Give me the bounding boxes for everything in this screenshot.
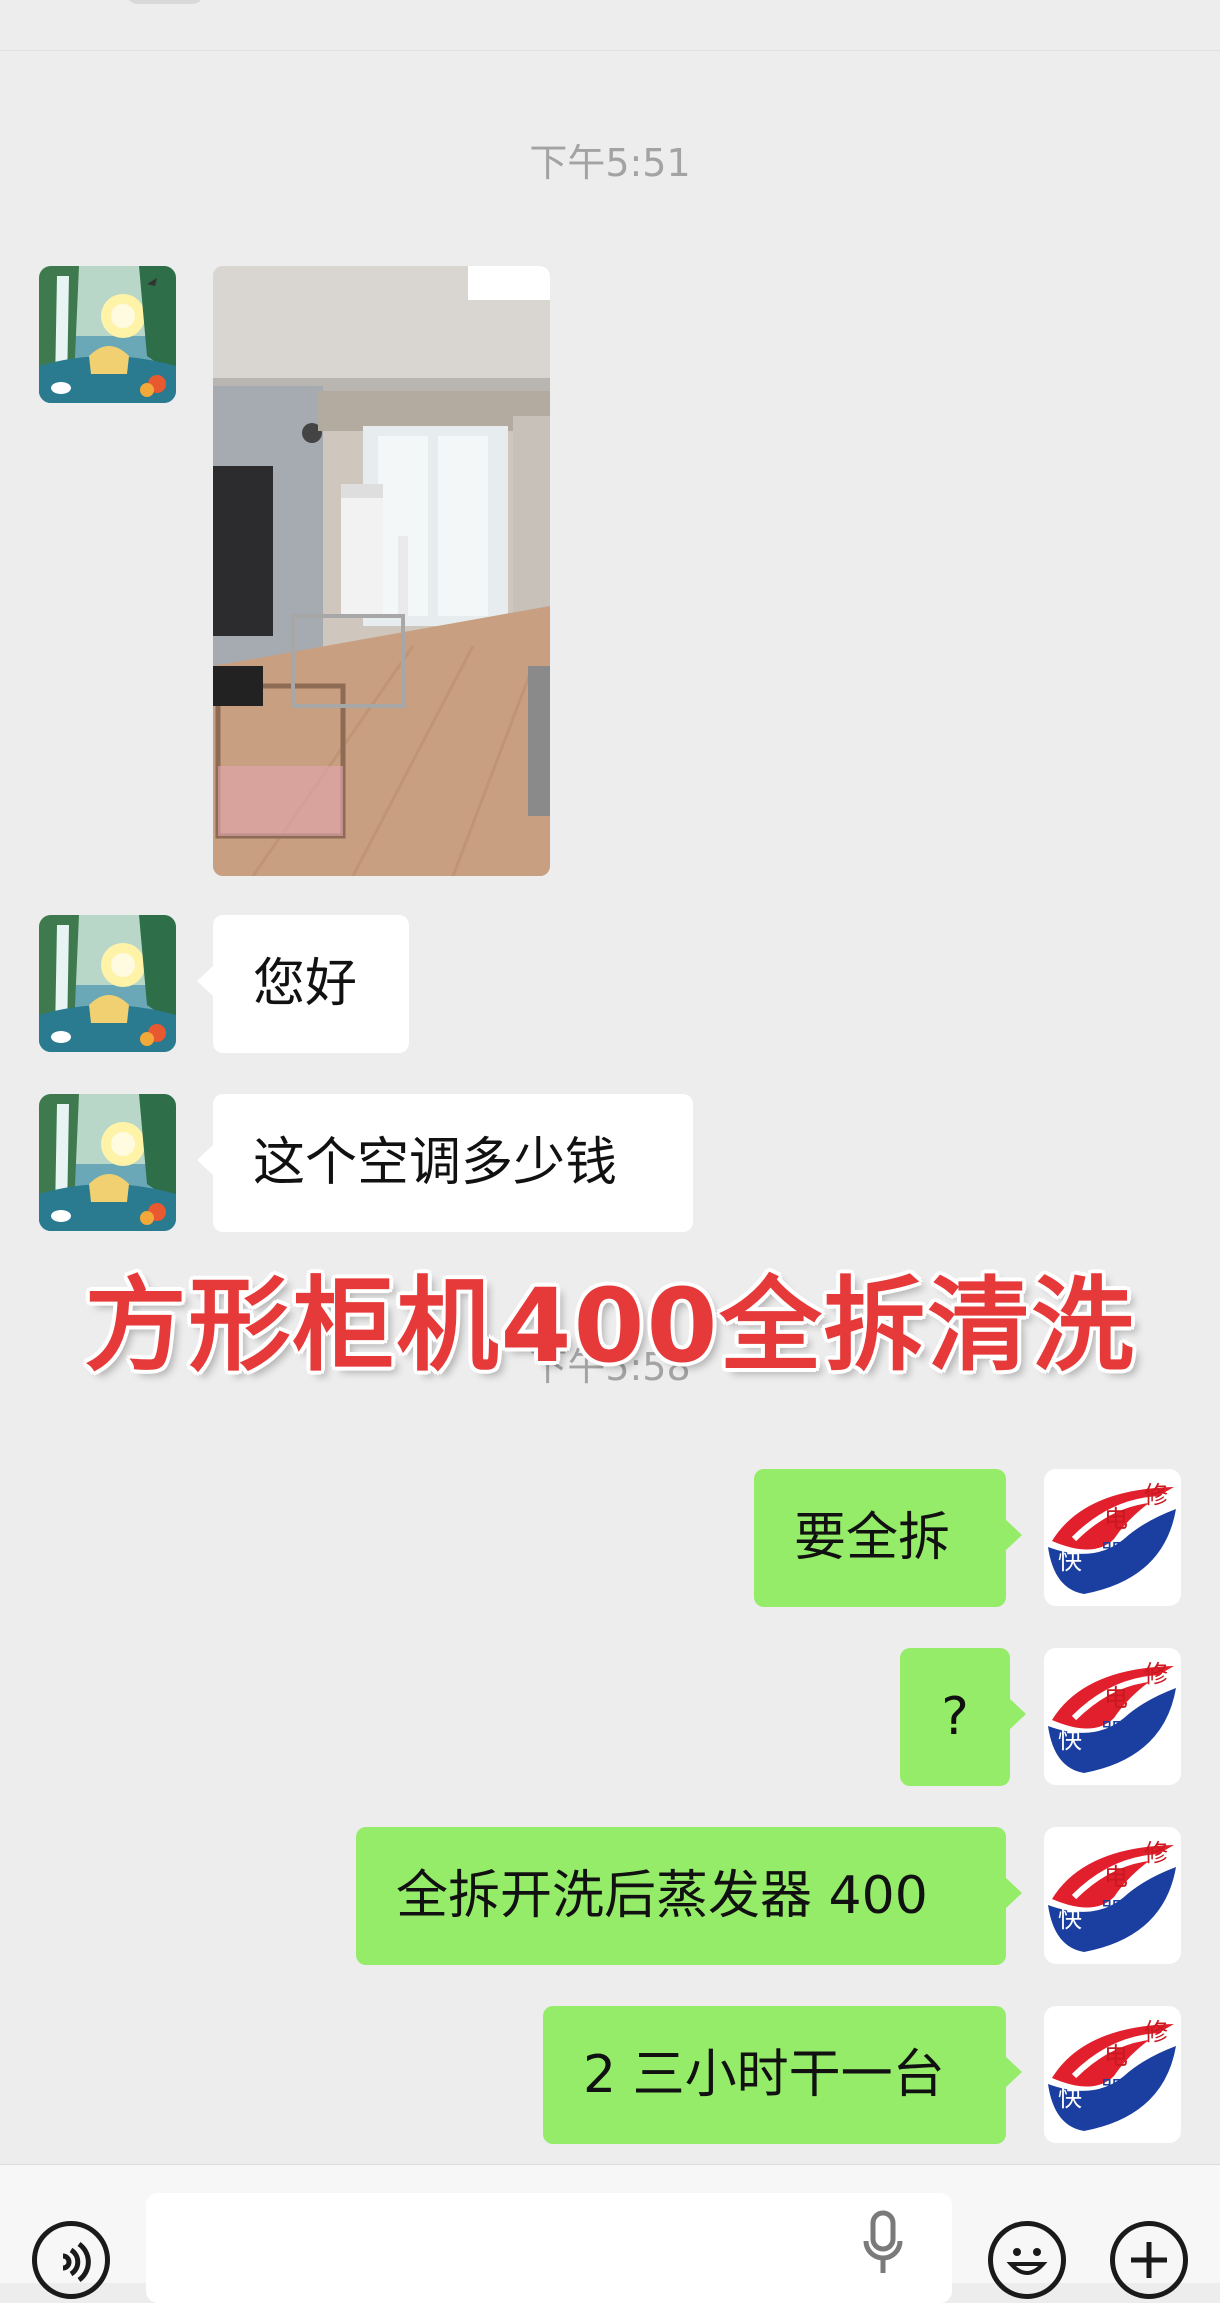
logo-char-2: 修: [1144, 1839, 1168, 1867]
logo-char-3: 快: [1058, 1905, 1082, 1933]
repair-logo-image: 电 修 快 器: [1048, 2018, 1176, 2131]
input-bar: [0, 2164, 1220, 2303]
incoming-message-bubble[interactable]: 这个空调多少钱: [197, 1094, 693, 1232]
contact-avatar[interactable]: [39, 1094, 176, 1231]
outgoing-message-bubble[interactable]: 2 三小时干一台: [543, 2006, 1022, 2144]
self-avatar-logo[interactable]: 电 修 快 器: [1044, 1648, 1181, 1785]
repair-logo-image: 电 修 快 器: [1048, 1481, 1176, 1594]
outgoing-message-bubble[interactable]: ?: [900, 1648, 1026, 1786]
logo-char-3: 快: [1058, 1547, 1082, 1575]
emoji-icon[interactable]: [988, 2221, 1066, 2299]
self-avatar-logo[interactable]: 电 修 快 器: [1044, 1827, 1181, 1964]
contact-avatar[interactable]: [39, 266, 176, 403]
plus-icon[interactable]: [1110, 2221, 1188, 2299]
message-input[interactable]: [146, 2193, 952, 2303]
logo-char-4: 器: [1100, 1539, 1124, 1567]
chat-header: [0, 0, 1220, 51]
repair-logo-image: 电 修 快 器: [1048, 1839, 1176, 1952]
logo-char-1: 电: [1104, 1863, 1128, 1891]
logo-char-2: 修: [1144, 2018, 1168, 2046]
landscape-avatar-image: [39, 266, 176, 403]
header-button[interactable]: [126, 0, 204, 4]
voice-mode-icon[interactable]: [32, 2221, 110, 2299]
outgoing-message-bubble[interactable]: 全拆开洗后蒸发器 400: [356, 1827, 1022, 1965]
photo-message-living-room[interactable]: [213, 266, 550, 876]
logo-char-3: 快: [1058, 2084, 1082, 2112]
outgoing-message-bubble[interactable]: 要全拆: [754, 1469, 1022, 1607]
self-avatar-logo[interactable]: 电 修 快 器: [1044, 2006, 1181, 2143]
microphone-icon[interactable]: [858, 2207, 908, 2277]
landscape-avatar-image: [39, 1094, 176, 1231]
voice-waves-icon: [62, 2241, 91, 2283]
overlay-caption: 方形柜机400全拆清洗: [84, 1267, 1136, 1386]
logo-char-4: 器: [1100, 2076, 1124, 2104]
logo-char-2: 修: [1144, 1481, 1168, 1509]
landscape-avatar-image: [39, 915, 176, 1052]
logo-char-1: 电: [1104, 1505, 1128, 1533]
repair-logo-image: 电 修 快 器: [1048, 1660, 1176, 1773]
logo-char-4: 器: [1100, 1897, 1124, 1925]
logo-char-4: 器: [1100, 1718, 1124, 1746]
self-avatar-logo[interactable]: 电 修 快 器: [1044, 1469, 1181, 1606]
smiley-face-icon: [1006, 2248, 1048, 2275]
logo-char-2: 修: [1144, 1660, 1168, 1688]
logo-char-1: 电: [1104, 2042, 1128, 2070]
incoming-message-bubble[interactable]: 您好: [197, 915, 409, 1053]
logo-char-3: 快: [1058, 1726, 1082, 1754]
timestamp: 下午5:51: [529, 141, 691, 185]
contact-avatar[interactable]: [39, 915, 176, 1052]
living-room-photo: [213, 266, 550, 876]
logo-char-1: 电: [1104, 1684, 1128, 1712]
plus-sign-icon: [1131, 2242, 1167, 2278]
